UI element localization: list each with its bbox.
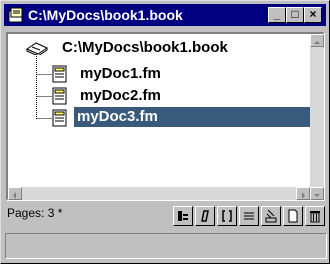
scroll-left-button[interactable] [8, 187, 22, 200]
minimize-button[interactable]: _ [268, 7, 286, 23]
scroll-right-button[interactable] [296, 187, 310, 200]
status-bar: Pages: 3 * [5, 203, 327, 229]
arrow-up-icon [314, 41, 320, 44]
update-book-button[interactable] [173, 206, 193, 226]
arrow-down-icon [314, 194, 320, 197]
brackets-icon [222, 210, 232, 222]
book-window: C:\MyDocs\book1.book _ □ × C:\MyDocs\boo… [0, 0, 330, 264]
new-document-icon [288, 209, 298, 223]
edit-book-icon [201, 210, 209, 222]
list-button[interactable] [239, 206, 259, 226]
page-count: Pages: 3 * [7, 206, 63, 220]
book-icon [25, 41, 49, 60]
arrow-left-icon [13, 192, 16, 199]
new-document-button[interactable] [283, 206, 303, 226]
update-book-icon [178, 211, 188, 221]
brackets-button[interactable] [217, 206, 237, 226]
app-icon[interactable] [8, 7, 24, 23]
scroll-down-button[interactable] [310, 187, 324, 200]
arrow-right-icon [302, 192, 305, 199]
horizontal-scrollbar[interactable] [8, 187, 310, 200]
tree-item-mydoc1[interactable]: myDoc1.fm [80, 64, 161, 84]
window-title: C:\MyDocs\book1.book [28, 7, 183, 23]
stamp-icon [265, 209, 277, 223]
edit-book-button[interactable] [195, 206, 215, 226]
stamp-button[interactable] [261, 206, 281, 226]
scroll-up-button[interactable] [310, 34, 324, 47]
delete-button[interactable] [305, 206, 325, 226]
book-contents-pane[interactable]: C:\MyDocs\book1.book myDoc1.fm myDoc2.fm [6, 32, 325, 201]
trash-icon [310, 211, 320, 223]
document-icon [52, 65, 68, 88]
title-bar[interactable]: C:\MyDocs\book1.book _ □ × [4, 4, 326, 26]
message-bar [5, 233, 327, 259]
tree-root-label[interactable]: C:\MyDocs\book1.book [62, 38, 228, 58]
maximize-button[interactable]: □ [286, 7, 304, 23]
document-icon [52, 109, 68, 132]
close-button[interactable]: × [304, 7, 322, 23]
tree-item-mydoc2[interactable]: myDoc2.fm [80, 86, 161, 106]
vertical-scrollbar[interactable] [310, 34, 324, 200]
list-icon [244, 212, 254, 220]
document-icon [52, 87, 68, 110]
tree-item-mydoc3[interactable]: myDoc3.fm [74, 107, 312, 127]
